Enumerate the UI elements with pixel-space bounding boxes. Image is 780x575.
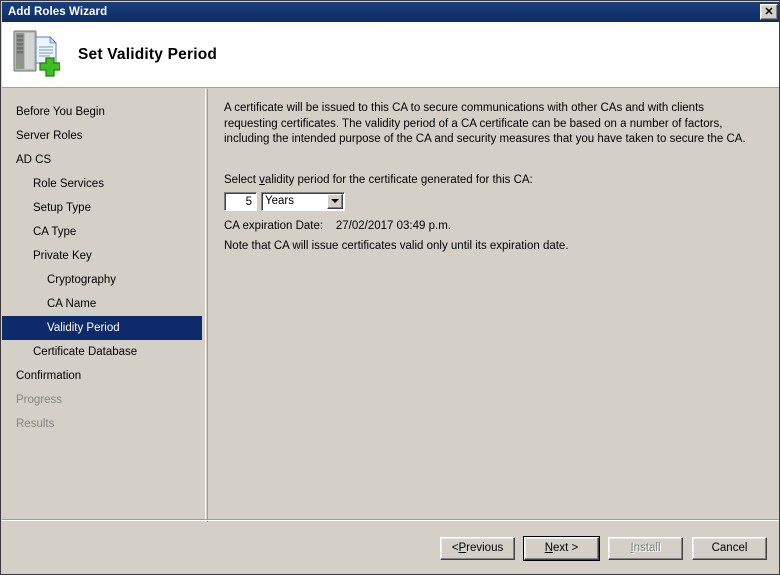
sidebar-item-validity-period[interactable]: Validity Period [2,316,202,340]
sidebar-item-role-services[interactable]: Role Services [2,172,205,196]
sidebar-item-label: Setup Type [33,202,91,214]
content-pane: A certificate will be issued to this CA … [207,89,779,574]
ca-expiration-value: 27/02/2017 03:49 p.m. [335,219,451,232]
arrow-down-glyph [331,199,339,203]
sidebar-item-ad-cs[interactable]: AD CS [2,148,205,172]
button-label-accel: N [544,542,554,554]
sidebar-item-label: CA Name [47,298,97,310]
button-label-post: nstall [633,542,661,554]
button-label-pre: Cancel [711,542,748,554]
sidebar-item-progress: Progress [2,388,205,412]
validity-label-post: alidity period for the certificate gener… [264,173,533,186]
sidebar-item-confirmation[interactable]: Confirmation [2,364,205,388]
sidebar-item-label: Cryptography [47,274,117,286]
sidebar-item-results: Results [2,412,205,436]
wizard-step-nav: Before You Begin Server Roles AD CS Role Se… [2,89,206,574]
button-label-post: ext > [553,542,579,554]
title-bar: Add Roles Wizard ✕ [2,2,779,22]
sidebar-item-private-key[interactable]: Private Key [2,244,205,268]
close-icon[interactable]: ✕ [760,4,778,20]
sidebar-item-label: Progress [16,394,63,406]
install-button: Install [608,536,683,560]
button-label-accel: P [458,542,467,554]
button-label-pre: < [451,542,459,554]
page-title: Set Validity Period [78,45,218,63]
sidebar-item-cryptography[interactable]: Cryptography [2,268,205,292]
sidebar-item-label: CA Type [33,226,77,238]
validity-period-row: 5 Years [224,191,766,211]
header-banner: Set Validity Period [2,22,779,88]
sidebar-item-ca-name[interactable]: CA Name [2,292,205,316]
ca-expiration-spacer [323,220,336,232]
sidebar-item-label: Certificate Database [33,346,138,358]
sidebar-item-label: Server Roles [16,130,83,142]
button-label-post: revious [466,542,504,554]
validity-label-pre: Select [224,173,260,186]
sidebar-item-server-roles[interactable]: Server Roles [2,124,205,148]
sidebar-item-certificate-database[interactable]: Certificate Database [2,340,205,364]
sidebar-item-label: Role Services [33,178,104,190]
cancel-button[interactable]: Cancel [692,536,767,560]
window-title: Add Roles Wizard [8,6,108,18]
server-certificate-add-icon [12,28,61,81]
sidebar-item-before-you-begin[interactable]: Before You Begin [2,100,205,124]
next-button[interactable]: Next > [523,535,600,561]
ca-expiration-label: CA expiration Date: [224,219,324,232]
validity-period-label: Select validity period for the certifica… [224,174,766,186]
sidebar-item-label: Private Key [33,250,92,262]
validity-unit-select[interactable]: Years [261,191,345,211]
sidebar-item-ca-type[interactable]: CA Type [2,220,205,244]
validity-unit-value: Years [265,194,294,207]
chevron-down-icon[interactable] [327,193,343,209]
ca-expiration-line: CA expiration Date: 27/02/2017 03:49 p.m… [224,220,766,232]
sidebar-item-label: Validity Period [47,322,120,334]
footer-button-bar: < Previous Next > Install Cancel [2,522,779,574]
sidebar-item-label: AD CS [16,154,52,166]
sidebar-item-label: Confirmation [16,370,82,382]
sidebar-item-label: Results [16,418,55,430]
footer-separator [2,519,779,521]
expiration-note: Note that CA will issue certificates val… [224,239,569,252]
previous-button[interactable]: < Previous [440,536,515,560]
validity-value-input[interactable]: 5 [224,191,257,211]
sidebar-item-label: Before You Begin [16,106,105,118]
add-roles-wizard-window: Add Roles Wizard ✕ Set Validity Period B… [0,0,780,575]
intro-paragraph: A certificate will be issued to this CA … [224,102,746,145]
sidebar-item-setup-type[interactable]: Setup Type [2,196,205,220]
body-area: Before You Begin Server Roles AD CS Role Se… [2,89,779,574]
